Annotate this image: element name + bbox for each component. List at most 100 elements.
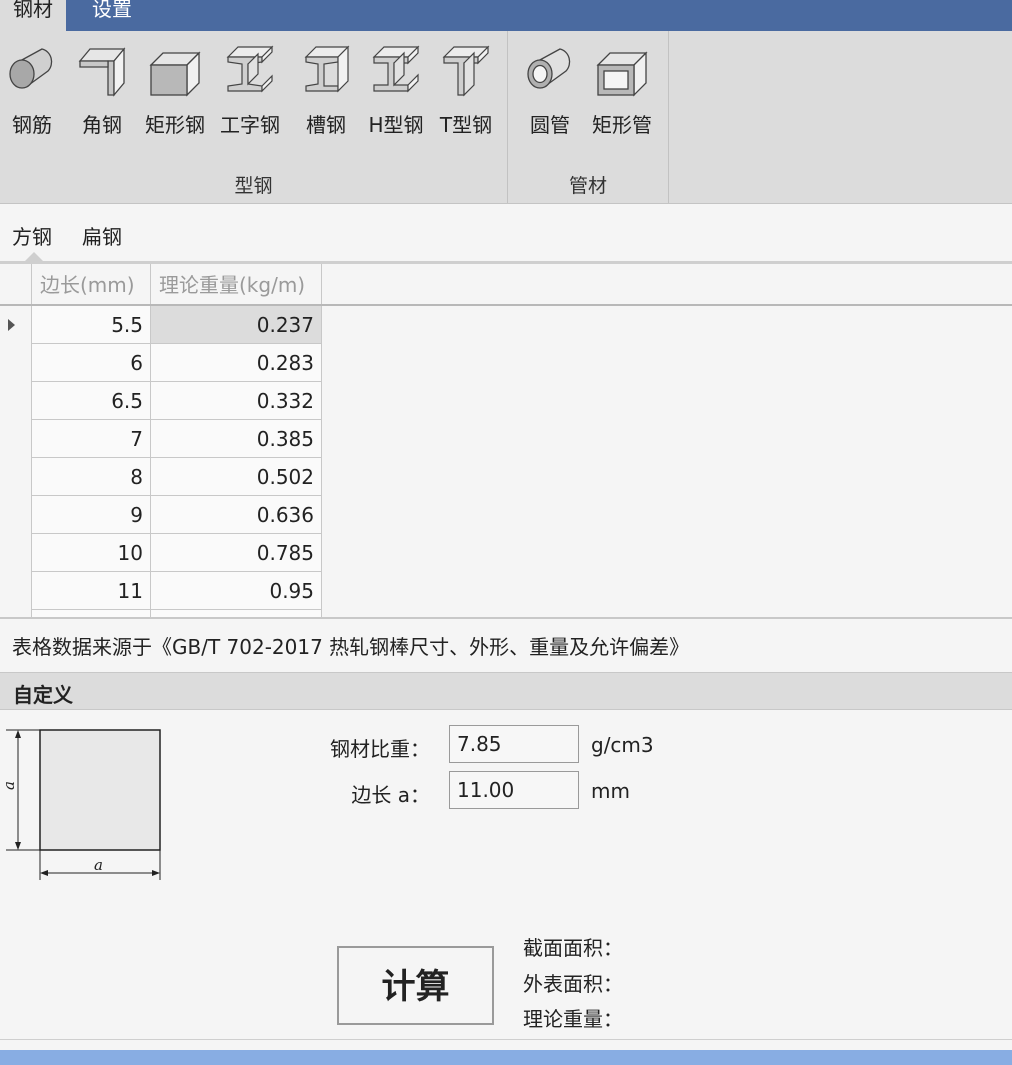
h-beam-button[interactable]: H型钢	[368, 43, 424, 153]
cell-side[interactable]: 10	[32, 534, 151, 572]
cell-weight[interactable]: 0.332	[151, 382, 322, 420]
t-beam-button[interactable]: T型钢	[440, 43, 492, 153]
row-selector[interactable]	[0, 496, 32, 534]
menu-bar: 钢材 设置	[0, 0, 1012, 31]
cell-side[interactable]: 6	[32, 344, 151, 382]
row-selector[interactable]	[0, 306, 32, 344]
row-selector[interactable]	[0, 382, 32, 420]
channel-steel-button[interactable]: 槽钢	[300, 43, 352, 153]
side-length-input[interactable]	[449, 771, 579, 809]
tab-flat-steel[interactable]: 扁钢	[82, 221, 122, 250]
result-weight-label: 理论重量：	[523, 1007, 623, 1031]
side-length-unit: mm	[591, 779, 630, 803]
channel-steel-label: 槽钢	[306, 113, 346, 137]
channel-steel-icon	[304, 45, 350, 93]
ribbon-group-shapes-label: 型钢	[234, 175, 273, 197]
status-bar	[0, 1050, 1012, 1065]
subtab-bar: 方钢 扁钢	[0, 204, 1012, 264]
cell-weight[interactable]	[151, 610, 322, 617]
rebar-label: 钢筋	[12, 113, 52, 137]
row-selector[interactable]	[0, 458, 32, 496]
i-beam-label: 工字钢	[220, 113, 280, 137]
ribbon-group-tubes: 圆管 矩形管 管材	[508, 31, 669, 203]
cell-side[interactable]: 9	[32, 496, 151, 534]
cell-side[interactable]: 6.5	[32, 382, 151, 420]
rebar-icon	[9, 48, 53, 89]
square-shape	[39, 729, 161, 851]
row-selector[interactable]	[0, 572, 32, 610]
side-length-label: 边长 a：	[351, 783, 430, 807]
t-beam-label: T型钢	[439, 113, 493, 137]
table-row[interactable]: 11 0.95	[0, 572, 322, 610]
h-beam-label: H型钢	[368, 113, 424, 137]
table-row[interactable]: 5.5 0.237	[0, 306, 322, 344]
cell-side[interactable]: 11	[32, 572, 151, 610]
round-tube-button[interactable]: 圆管	[524, 43, 576, 153]
cell-side[interactable]	[32, 610, 151, 617]
cell-side[interactable]: 5.5	[32, 306, 151, 344]
density-input[interactable]	[449, 725, 579, 763]
menu-tab-settings[interactable]: 设置	[79, 0, 145, 31]
result-area-label: 截面面积：	[523, 936, 623, 960]
grid-header: 边长(mm) 理论重量(kg/m)	[0, 264, 1012, 306]
row-selector[interactable]	[0, 420, 32, 458]
i-beam-icon	[226, 45, 274, 93]
i-beam-button[interactable]: 工字钢	[220, 43, 280, 153]
rectangular-tube-button[interactable]: 矩形管	[592, 43, 652, 153]
row-selector[interactable]	[0, 610, 32, 617]
cell-weight[interactable]: 0.283	[151, 344, 322, 382]
rebar-button[interactable]: 钢筋	[6, 43, 58, 153]
rectangular-steel-label: 矩形钢	[145, 113, 205, 137]
table-row-partial[interactable]	[0, 610, 322, 617]
angle-steel-button[interactable]: 角钢	[76, 43, 128, 153]
h-beam-icon	[372, 45, 420, 93]
row-selector-header[interactable]	[0, 264, 32, 304]
bottom-divider	[0, 1039, 1012, 1040]
column-header-side[interactable]: 边长(mm)	[32, 264, 151, 304]
ribbon-group-tubes-label: 管材	[568, 175, 607, 197]
ribbon: 钢筋 角钢 矩形钢 工字钢 槽钢 H型钢 T型钢 型钢 圆管 矩形管 管材	[0, 31, 1012, 204]
table-row[interactable]: 8 0.502	[0, 458, 322, 496]
custom-section-title: 自定义	[13, 683, 73, 707]
density-unit: g/cm3	[591, 733, 654, 757]
density-label: 钢材比重：	[330, 737, 430, 761]
table-source-note: 表格数据来源于《GB/T 702-2017 热轧钢棒尺寸、外形、重量及允许偏差》	[12, 635, 690, 659]
cell-weight[interactable]: 0.636	[151, 496, 322, 534]
cell-side[interactable]: 7	[32, 420, 151, 458]
table-row[interactable]: 10 0.785	[0, 534, 322, 572]
rectangular-tube-label: 矩形管	[592, 113, 652, 137]
row-selector[interactable]	[0, 344, 32, 382]
cell-weight[interactable]: 0.502	[151, 458, 322, 496]
menu-tab-steel[interactable]: 钢材	[0, 0, 66, 31]
angle-steel-icon	[78, 47, 126, 97]
cell-side[interactable]: 8	[32, 458, 151, 496]
table-row[interactable]: 9 0.636	[0, 496, 322, 534]
tab-square-steel[interactable]: 方钢	[12, 221, 52, 250]
table-row[interactable]: 6.5 0.332	[0, 382, 322, 420]
current-row-arrow-icon	[8, 319, 15, 331]
column-header-weight[interactable]: 理论重量(kg/m)	[151, 264, 322, 304]
custom-section-header: 自定义	[0, 672, 1012, 710]
dimension-label-horizontal: a	[94, 856, 103, 874]
rectangular-steel-icon	[149, 51, 201, 97]
cell-weight[interactable]: 0.785	[151, 534, 322, 572]
rectangular-tube-icon	[596, 51, 648, 97]
calculate-button[interactable]: 计算	[337, 946, 494, 1025]
active-tab-indicator	[25, 252, 43, 261]
cell-weight[interactable]: 0.95	[151, 572, 322, 610]
cell-weight[interactable]: 0.385	[151, 420, 322, 458]
data-grid: 边长(mm) 理论重量(kg/m) 5.5 0.237 6 0.283 6.5 …	[0, 264, 1012, 619]
round-tube-icon	[527, 48, 571, 89]
square-section-diagram: a a	[0, 729, 161, 880]
angle-steel-label: 角钢	[82, 113, 122, 137]
table-row[interactable]: 7 0.385	[0, 420, 322, 458]
dimension-label-vertical: a	[0, 781, 18, 790]
row-selector[interactable]	[0, 534, 32, 572]
result-surface-label: 外表面积：	[523, 972, 623, 996]
round-tube-label: 圆管	[530, 113, 570, 137]
t-beam-icon	[442, 45, 490, 97]
ribbon-group-shapes: 钢筋 角钢 矩形钢 工字钢 槽钢 H型钢 T型钢 型钢	[0, 31, 508, 203]
cell-weight[interactable]: 0.237	[151, 306, 322, 344]
table-row[interactable]: 6 0.283	[0, 344, 322, 382]
rectangular-steel-button[interactable]: 矩形钢	[145, 43, 205, 153]
